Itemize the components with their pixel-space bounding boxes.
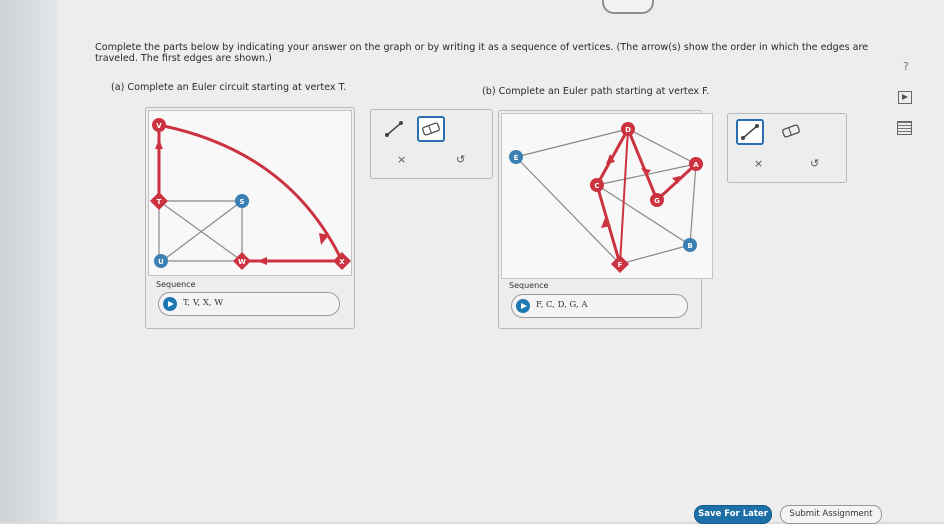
vertex-b[interactable]: B <box>683 238 697 252</box>
draw-edge-icon <box>385 121 403 137</box>
svg-text:G: G <box>654 197 660 205</box>
vertex-e[interactable]: E <box>509 150 523 164</box>
edge-a-b[interactable] <box>689 163 697 246</box>
svg-text:V: V <box>156 122 162 130</box>
play-icon[interactable] <box>163 297 177 311</box>
eraser-icon <box>782 124 800 138</box>
arrow-t-v <box>155 139 163 149</box>
help-icon[interactable]: ? <box>903 60 909 73</box>
save-for-later-button[interactable]: Save For Later <box>694 505 772 524</box>
edge-b-f[interactable] <box>619 244 691 265</box>
svg-text:X: X <box>339 258 345 266</box>
part-b-card: D E C A G B F Sequence F, C, D, G, A <box>498 110 713 329</box>
background-shade <box>0 0 60 522</box>
part-b-label: (b) Complete an Euler path starting at v… <box>482 86 710 97</box>
part-a-tool-panel: × ↺ <box>370 109 493 179</box>
edge-f-d-traveled[interactable] <box>619 128 629 265</box>
svg-text:A: A <box>693 161 699 169</box>
vertex-u[interactable]: U <box>154 254 168 268</box>
eraser-tool[interactable] <box>778 119 804 143</box>
vertex-s[interactable]: S <box>235 194 249 208</box>
vertex-w[interactable]: W <box>233 252 251 270</box>
clear-icon[interactable]: × <box>397 153 406 166</box>
svg-text:C: C <box>594 182 599 190</box>
clear-icon[interactable]: × <box>754 157 763 170</box>
part-a-sequence-value[interactable]: T, V, X, W <box>183 298 223 308</box>
part-b-tool-panel: × ↺ <box>727 113 847 183</box>
part-b-graph-svg[interactable]: D E C A G B F <box>502 114 712 278</box>
part-b-sequence-value[interactable]: F, C, D, G, A <box>536 300 588 310</box>
edge-v-x-traveled[interactable] <box>158 123 344 262</box>
svg-text:S: S <box>239 198 244 206</box>
draw-edge-tool[interactable] <box>381 117 407 141</box>
arrow-v-x <box>319 233 329 245</box>
svg-text:E: E <box>514 154 519 162</box>
part-a-sequence-label: Sequence <box>156 280 196 289</box>
vertex-c[interactable]: C <box>590 178 604 192</box>
video-icon[interactable] <box>898 91 912 104</box>
part-a-label: (a) Complete an Euler circuit starting a… <box>111 82 347 93</box>
vertex-d[interactable]: D <box>621 122 635 136</box>
arrow-x-w <box>257 257 267 265</box>
undo-icon[interactable]: ↺ <box>810 157 819 170</box>
svg-text:T: T <box>157 198 162 206</box>
vertex-v[interactable]: V <box>152 118 166 132</box>
play-icon[interactable] <box>516 299 530 313</box>
edge-c-d-traveled[interactable] <box>595 128 630 186</box>
vertex-a[interactable]: A <box>689 157 703 171</box>
draw-edge-tool[interactable] <box>736 119 764 145</box>
edge-e-d[interactable] <box>515 128 629 158</box>
part-a-sequence-field[interactable]: T, V, X, W <box>158 292 340 316</box>
edge-d-g-traveled[interactable] <box>626 128 659 201</box>
svg-text:F: F <box>618 261 623 269</box>
svg-text:W: W <box>238 258 246 266</box>
svg-text:B: B <box>687 242 692 250</box>
top-nav-button[interactable] <box>602 0 654 14</box>
undo-icon[interactable]: ↺ <box>456 153 465 166</box>
svg-text:U: U <box>158 258 164 266</box>
part-b-graph[interactable]: D E C A G B F <box>501 113 713 279</box>
vertex-x[interactable]: X <box>333 252 351 270</box>
submit-assignment-button[interactable]: Submit Assignment <box>780 505 882 524</box>
part-a-graph-svg[interactable]: V T S U W X <box>149 111 351 275</box>
edge-d-a[interactable] <box>627 128 697 165</box>
vertex-g[interactable]: G <box>650 193 664 207</box>
draw-edge-icon <box>741 124 759 140</box>
part-a-graph[interactable]: V T S U W X <box>148 110 352 276</box>
part-a-card: V T S U W X Sequence T, V, X, W <box>145 107 355 329</box>
vertex-t[interactable]: T <box>150 192 168 210</box>
eraser-icon <box>422 122 440 136</box>
part-b-sequence-field[interactable]: F, C, D, G, A <box>511 294 688 318</box>
part-b-sequence-label: Sequence <box>509 281 549 290</box>
question-prompt: Complete the parts below by indicating y… <box>95 42 869 64</box>
svg-text:D: D <box>625 126 631 134</box>
eraser-tool[interactable] <box>417 116 445 142</box>
calculator-icon[interactable] <box>897 121 912 135</box>
